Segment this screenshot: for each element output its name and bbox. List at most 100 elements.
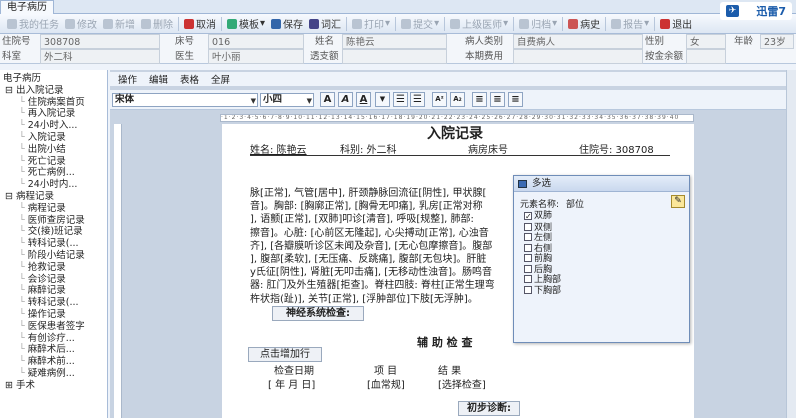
align-left-icon[interactable]: ≡: [472, 92, 487, 107]
tree-item[interactable]: └ 医师查房记录: [3, 215, 107, 227]
toolbar-edit-button[interactable]: 修改: [62, 15, 100, 33]
tree-folder[interactable]: ⊞ 手术: [3, 380, 107, 392]
tree-item[interactable]: └ 抢救记录: [3, 262, 107, 274]
tree-item[interactable]: └ 24小时内...: [3, 179, 107, 191]
row-item-field[interactable]: [血常规]: [367, 376, 405, 391]
tree-item[interactable]: └ 再入院记录: [3, 108, 107, 120]
toolbar-add-button[interactable]: 新增: [100, 15, 138, 33]
tree-folder[interactable]: ⊟ 病程记录: [3, 191, 107, 203]
option-checkbox[interactable]: 前胸: [524, 254, 552, 264]
add-row-button[interactable]: 点击增加行: [248, 347, 322, 362]
tree-item[interactable]: └ 操作记录: [3, 309, 107, 321]
option-checkbox[interactable]: 左侧: [524, 233, 552, 243]
tree-item[interactable]: └ 会诊记录: [3, 274, 107, 286]
toolbar-task-button[interactable]: 我的任务: [4, 15, 62, 33]
doc-line[interactable]: 杵状指(趾)], 关节[正常], [浮肿部位]下肢[无浮肿]。: [250, 290, 478, 305]
align-right-icon[interactable]: ≡: [508, 92, 523, 107]
row-date-field[interactable]: [ 年 月 日]: [268, 376, 315, 391]
vertical-scrollbar[interactable]: [786, 70, 796, 418]
doc-inpatient-field[interactable]: 住院号: 308708: [579, 141, 654, 156]
checkbox-checked-icon[interactable]: ✓: [524, 212, 532, 221]
multi-select-dialog[interactable]: 多选 元素名称: 部位 ✎ ✓ 双肺 双侧 左侧 右侧 前胸 后胸 上胸部 下胸部: [513, 175, 690, 343]
tree-item[interactable]: └ 疑难病例...: [3, 368, 107, 380]
option-checkbox[interactable]: 后胸: [524, 264, 552, 275]
editor-menu-item[interactable]: 编辑: [149, 72, 168, 86]
tree-item[interactable]: └ 医保患者签字: [3, 321, 107, 333]
option-checkbox[interactable]: 双侧: [524, 222, 553, 233]
editor-menu-item[interactable]: 全屏: [211, 72, 230, 86]
tree-item[interactable]: └ 死亡记录: [3, 156, 107, 168]
col-result: 结 果: [438, 366, 462, 377]
checkbox-empty-icon[interactable]: [524, 285, 532, 294]
checkbox-empty-icon[interactable]: [524, 275, 532, 283]
toolbar-cancel-button[interactable]: 取消: [181, 15, 219, 33]
color-dropdown-icon[interactable]: ▼: [375, 92, 390, 107]
align-justify-icon[interactable]: ☰: [393, 92, 408, 107]
checkbox-empty-icon[interactable]: [524, 222, 532, 231]
toolbar-delete-button[interactable]: 删除: [138, 15, 176, 33]
brand-badge[interactable]: ✈ 迅雷7: [720, 2, 792, 20]
tree-item[interactable]: └ 有创诊疗...: [3, 333, 107, 345]
row-result-field[interactable]: [选择检查]: [438, 376, 486, 391]
editor-menu-item[interactable]: 表格: [180, 72, 199, 86]
font-size-select[interactable]: 小四 ▼: [260, 93, 314, 107]
tree-item[interactable]: └ 转科记录(...: [3, 297, 107, 309]
align-center-icon[interactable]: ≡: [490, 92, 505, 107]
subscript-icon[interactable]: A₂: [450, 92, 465, 107]
checkbox-empty-icon[interactable]: [524, 243, 532, 252]
horizontal-ruler[interactable]: ·1·2·3·4·5·6·7·8·9·10·11·12·13·14·15·16·…: [220, 114, 694, 122]
tree-item[interactable]: └ 转科记录(...: [3, 238, 107, 250]
expand-toggle-icon[interactable]: ⊞: [5, 380, 16, 391]
tree-item[interactable]: └ 麻醉术后...: [3, 344, 107, 356]
element-name-label: 元素名称:: [520, 200, 560, 210]
tree-item[interactable]: └ 住院病案首页: [3, 97, 107, 109]
toolbar-vocabulary-button[interactable]: 词汇: [306, 15, 344, 33]
tree-item[interactable]: └ 死亡病例...: [3, 167, 107, 179]
expand-toggle-icon[interactable]: ⊟: [5, 191, 16, 202]
diagnosis-button[interactable]: 初步诊断:: [458, 401, 520, 416]
toolbar-template-button[interactable]: 模板 ▾: [224, 15, 268, 33]
neuro-exam-button[interactable]: 神经系统检查:: [272, 306, 364, 321]
option-checkbox[interactable]: 上胸部: [524, 275, 561, 285]
toolbar-doctor-button[interactable]: 上级医师 ▾: [447, 15, 511, 33]
toolbar-save-button[interactable]: 保存: [268, 15, 306, 33]
expand-toggle-icon[interactable]: ⊟: [5, 85, 16, 96]
tree-item[interactable]: └ 阶段小结记录: [3, 250, 107, 262]
tree-item[interactable]: └ 麻醉记录: [3, 285, 107, 297]
bold-button[interactable]: A: [320, 92, 335, 107]
checkbox-empty-icon[interactable]: [524, 254, 532, 262]
edit-pencil-icon[interactable]: ✎: [671, 195, 685, 208]
toolbar-report-button[interactable]: 报告 ▾: [608, 15, 652, 33]
tree-folder[interactable]: ⊟ 出入院记录: [3, 85, 107, 97]
tree-root[interactable]: 电子病历: [3, 73, 107, 85]
tree-item[interactable]: └ 交(接)班记录: [3, 226, 107, 238]
toolbar-submit-button[interactable]: 提交 ▾: [398, 15, 442, 33]
editor-menu-item[interactable]: 操作: [118, 72, 137, 86]
font-color-button[interactable]: A: [356, 92, 371, 107]
toolbar-print-button[interactable]: 打印 ▾: [349, 15, 393, 33]
doc-name-field[interactable]: 姓名: 陈艳云: [250, 141, 307, 156]
tree-label: 转科记录(...: [27, 238, 79, 250]
tree-item[interactable]: └ 入院记录: [3, 132, 107, 144]
window-tab[interactable]: 电子病历: [0, 0, 54, 14]
toolbar-history-button[interactable]: 病史: [565, 15, 603, 33]
indent-icon[interactable]: ☰: [410, 92, 425, 107]
font-select[interactable]: 宋体 ▼: [112, 93, 258, 107]
doc-bed-field[interactable]: 病房床号: [468, 141, 508, 156]
checkbox-empty-icon[interactable]: [524, 264, 532, 273]
toolbar-exit-button[interactable]: 退出: [657, 15, 695, 33]
tree-item[interactable]: └ 病程记录: [3, 203, 107, 215]
italic-button[interactable]: A: [338, 92, 353, 107]
option-checkbox[interactable]: ✓ 双肺: [524, 212, 552, 221]
doc-dept-field[interactable]: 科别: 外二科: [340, 141, 397, 156]
superscript-icon[interactable]: A²: [432, 92, 447, 107]
toolbar-archive-button[interactable]: 归档 ▾: [516, 15, 560, 33]
checkbox-empty-icon[interactable]: [524, 233, 532, 241]
tree-item[interactable]: └ 24小时入...: [3, 120, 107, 132]
tree-item[interactable]: └ 麻醉术前...: [3, 356, 107, 368]
tree-item[interactable]: └ 出院小结: [3, 144, 107, 156]
option-checkbox[interactable]: 下胸部: [524, 285, 561, 296]
option-checkbox[interactable]: 右侧: [524, 243, 552, 254]
dialog-title-bar[interactable]: 多选: [514, 176, 689, 192]
option-label: 双侧: [534, 222, 553, 233]
